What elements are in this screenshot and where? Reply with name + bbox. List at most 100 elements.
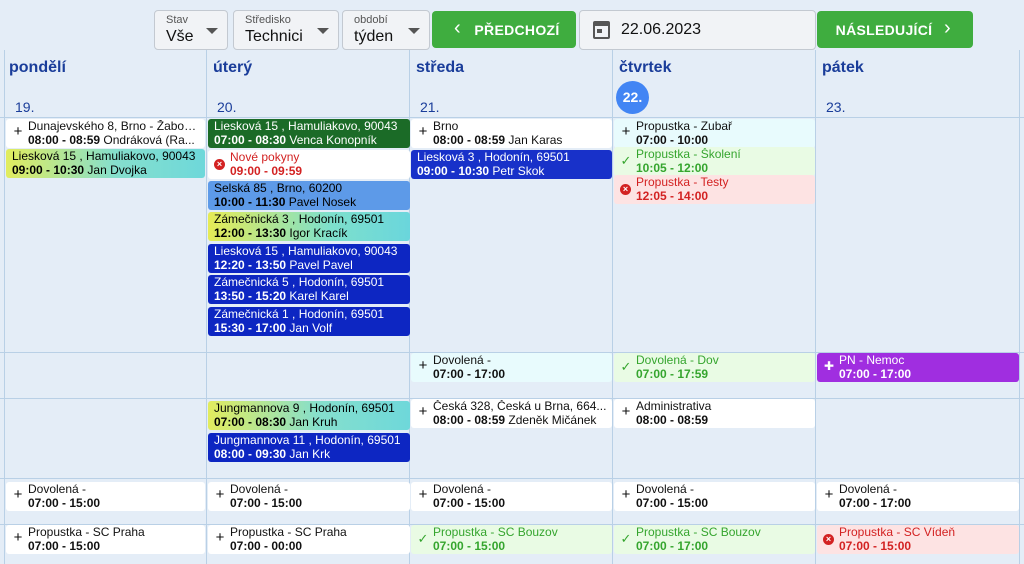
event-time: 09:00 - 10:30 — [417, 164, 490, 178]
event-detail: 07:00 - 17:00 — [433, 368, 608, 382]
event-time: 07:00 - 15:00 — [433, 496, 506, 510]
column-divider — [206, 50, 207, 564]
event-detail: 12:20 - 13:50 Pavel Pavel — [214, 259, 406, 273]
medical-icon: ✚ — [823, 359, 835, 373]
event-detail: 07:00 - 08:30 Jan Kruh — [214, 416, 406, 430]
column-divider — [4, 50, 5, 564]
event-title: Administrativa — [636, 400, 712, 413]
event-card[interactable]: Jungmannova 11 , Hodonín, 69501 08:00 - … — [208, 433, 410, 462]
check-icon: ✓ — [620, 153, 632, 168]
row-divider — [0, 117, 1024, 118]
event-title: Liesková 3 , Hodonín, 69501 — [417, 151, 570, 164]
event-time: 13:50 - 15:20 — [214, 289, 287, 303]
event-title: Propustka - SC Bouzov — [636, 526, 761, 539]
event-detail: 15:30 - 17:00 Jan Volf — [214, 322, 406, 336]
event-time: 10:05 - 12:00 — [636, 161, 709, 175]
event-time: 07:00 - 17:00 — [839, 367, 912, 381]
stredisko-label: Středisko — [245, 14, 291, 26]
event-card[interactable]: ✓ Propustka - SC Bouzov 07:00 - 17:00 — [614, 525, 815, 554]
event-detail: 07:00 - 15:00 — [433, 497, 608, 511]
event-card[interactable]: + Propustka - SC Praha 07:00 - 15:00 — [6, 525, 205, 554]
event-time: 07:00 - 15:00 — [839, 539, 912, 553]
event-card[interactable]: Zámečnická 3 , Hodonín, 69501 12:00 - 13… — [208, 212, 410, 241]
event-time: 08:00 - 08:59 — [433, 413, 506, 427]
event-detail: 07:00 - 15:00 — [230, 497, 406, 511]
event-card[interactable]: + Dunajevského 8, Brno - Žabovř... 08:00… — [6, 119, 205, 148]
date-value: 22.06.2023 — [621, 21, 702, 38]
event-card[interactable]: + Česká 328, Česká u Brna, 664... 08:00 … — [411, 399, 612, 428]
date-field[interactable]: 22.06.2023 — [579, 10, 816, 50]
event-card[interactable]: + Administrativa 08:00 - 08:59 — [614, 399, 815, 428]
day-number-today[interactable]: 22. — [616, 81, 649, 114]
event-detail: 10:05 - 12:00 — [636, 162, 811, 176]
event-card[interactable]: + Dovolená - 07:00 - 15:00 — [614, 482, 815, 511]
obdobi-label: období — [354, 14, 388, 26]
event-card[interactable]: + Brno 08:00 - 08:59 Jan Karas — [411, 119, 612, 148]
day-number-friday[interactable]: 23. — [826, 91, 859, 124]
event-detail: 07:00 - 10:00 — [636, 134, 811, 148]
event-card[interactable]: + Dovolená - 07:00 - 17:00 — [411, 353, 612, 382]
event-detail: 07:00 - 17:00 — [839, 368, 1015, 382]
event-detail: 12:00 - 13:30 Igor Kracík — [214, 227, 406, 241]
event-card[interactable]: Zámečnická 5 , Hodonín, 69501 13:50 - 15… — [208, 275, 410, 304]
event-detail: 08:00 - 08:59 Jan Karas — [433, 134, 608, 148]
event-person: Jan Krk — [289, 447, 331, 461]
event-card[interactable]: + Propustka - SC Praha 07:00 - 00:00 — [208, 525, 410, 554]
event-card[interactable]: × Propustka - Testy 12:05 - 14:00 — [614, 175, 815, 204]
event-card[interactable]: + Dovolená - 07:00 - 15:00 — [411, 482, 612, 511]
event-card[interactable]: Jungmannova 9 , Hodonín, 69501 07:00 - 0… — [208, 401, 410, 430]
plus-icon: + — [13, 123, 23, 140]
event-card[interactable]: ✓ Dovolená - Dov 07:00 - 17:59 — [614, 353, 815, 382]
event-detail: 07:00 - 17:00 — [636, 540, 811, 554]
event-title: Selská 85 , Brno, 60200 — [214, 182, 343, 195]
plus-icon: + — [621, 123, 631, 140]
event-title: Brno — [433, 120, 459, 133]
event-card[interactable]: + Propustka - Zubař 07:00 - 10:00 — [614, 119, 815, 148]
event-card[interactable]: Liesková 3 , Hodonín, 69501 09:00 - 10:3… — [411, 150, 612, 179]
event-title: Dovolená - — [433, 354, 492, 367]
obdobi-select[interactable]: období týden — [342, 10, 430, 50]
event-title: PN - Nemoc — [839, 354, 905, 367]
event-card[interactable]: + Dovolená - 07:00 - 15:00 — [6, 482, 205, 511]
event-card[interactable]: Selská 85 , Brno, 60200 10:00 - 11:30 Pa… — [208, 181, 410, 210]
event-person: Jan Dvojka — [87, 163, 147, 177]
event-person: Jan Kruh — [289, 415, 338, 429]
event-title: Zámečnická 3 , Hodonín, 69501 — [214, 213, 385, 226]
plus-icon: + — [418, 486, 428, 503]
event-person: Venca Konopník — [289, 133, 377, 147]
stav-select[interactable]: Stav Vše — [154, 10, 228, 50]
event-card[interactable]: + Dovolená - 07:00 - 17:00 — [817, 482, 1019, 511]
event-card[interactable]: ✚ PN - Nemoc 07:00 - 17:00 — [817, 353, 1019, 382]
event-detail: 10:00 - 11:30 Pavel Nosek — [214, 196, 406, 210]
plus-icon: + — [621, 486, 631, 503]
plus-icon: + — [215, 529, 225, 546]
event-detail: 08:00 - 08:59 — [636, 414, 811, 428]
event-person: Pavel Pavel — [289, 258, 353, 272]
event-detail: 07:00 - 08:30 Venca Konopník — [214, 134, 406, 148]
event-title: Dovolená - — [28, 483, 87, 496]
previous-button[interactable]: ‹ PŘEDCHOZÍ — [432, 11, 576, 48]
event-detail: 13:50 - 15:20 Karel Karel — [214, 290, 406, 304]
next-button[interactable]: NÁSLEDUJÍCÍ › — [817, 11, 973, 48]
event-card[interactable]: × Propustka - SC Vídeň 07:00 - 15:00 — [817, 525, 1019, 554]
row-divider — [0, 478, 1024, 479]
event-card[interactable]: ✓ Propustka - Školení 10:05 - 12:00 — [614, 147, 815, 176]
event-title: Propustka - Zubař — [636, 120, 733, 133]
event-person: Jan Karas — [508, 133, 563, 147]
event-person: Jan Volf — [289, 321, 333, 335]
event-title: Propustka - SC Praha — [28, 526, 145, 539]
chevron-down-icon — [206, 28, 218, 34]
event-card[interactable]: × Nové pokyny 09:00 - 09:59 — [208, 150, 410, 179]
event-card[interactable]: Liesková 15 , Hamuliakovo, 90043 12:20 -… — [208, 244, 410, 273]
event-card[interactable]: Zámečnická 1 , Hodonín, 69501 15:30 - 17… — [208, 307, 410, 336]
event-time: 07:00 - 17:59 — [636, 367, 709, 381]
error-icon: × — [214, 159, 225, 170]
event-title: Nové pokyny — [230, 151, 300, 164]
event-card[interactable]: Liesková 15 , Hamuliakovo, 90043 07:00 -… — [208, 119, 410, 148]
event-card[interactable]: Liesková 15 , Hamuliakovo, 90043 09:00 -… — [6, 149, 205, 178]
stredisko-select[interactable]: Středisko Technici — [233, 10, 339, 50]
event-card[interactable]: + Dovolená - 07:00 - 15:00 — [208, 482, 410, 511]
event-time: 07:00 - 15:00 — [28, 539, 101, 553]
event-card[interactable]: ✓ Propustka - SC Bouzov 07:00 - 15:00 — [411, 525, 612, 554]
event-title: Zámečnická 1 , Hodonín, 69501 — [214, 308, 385, 321]
